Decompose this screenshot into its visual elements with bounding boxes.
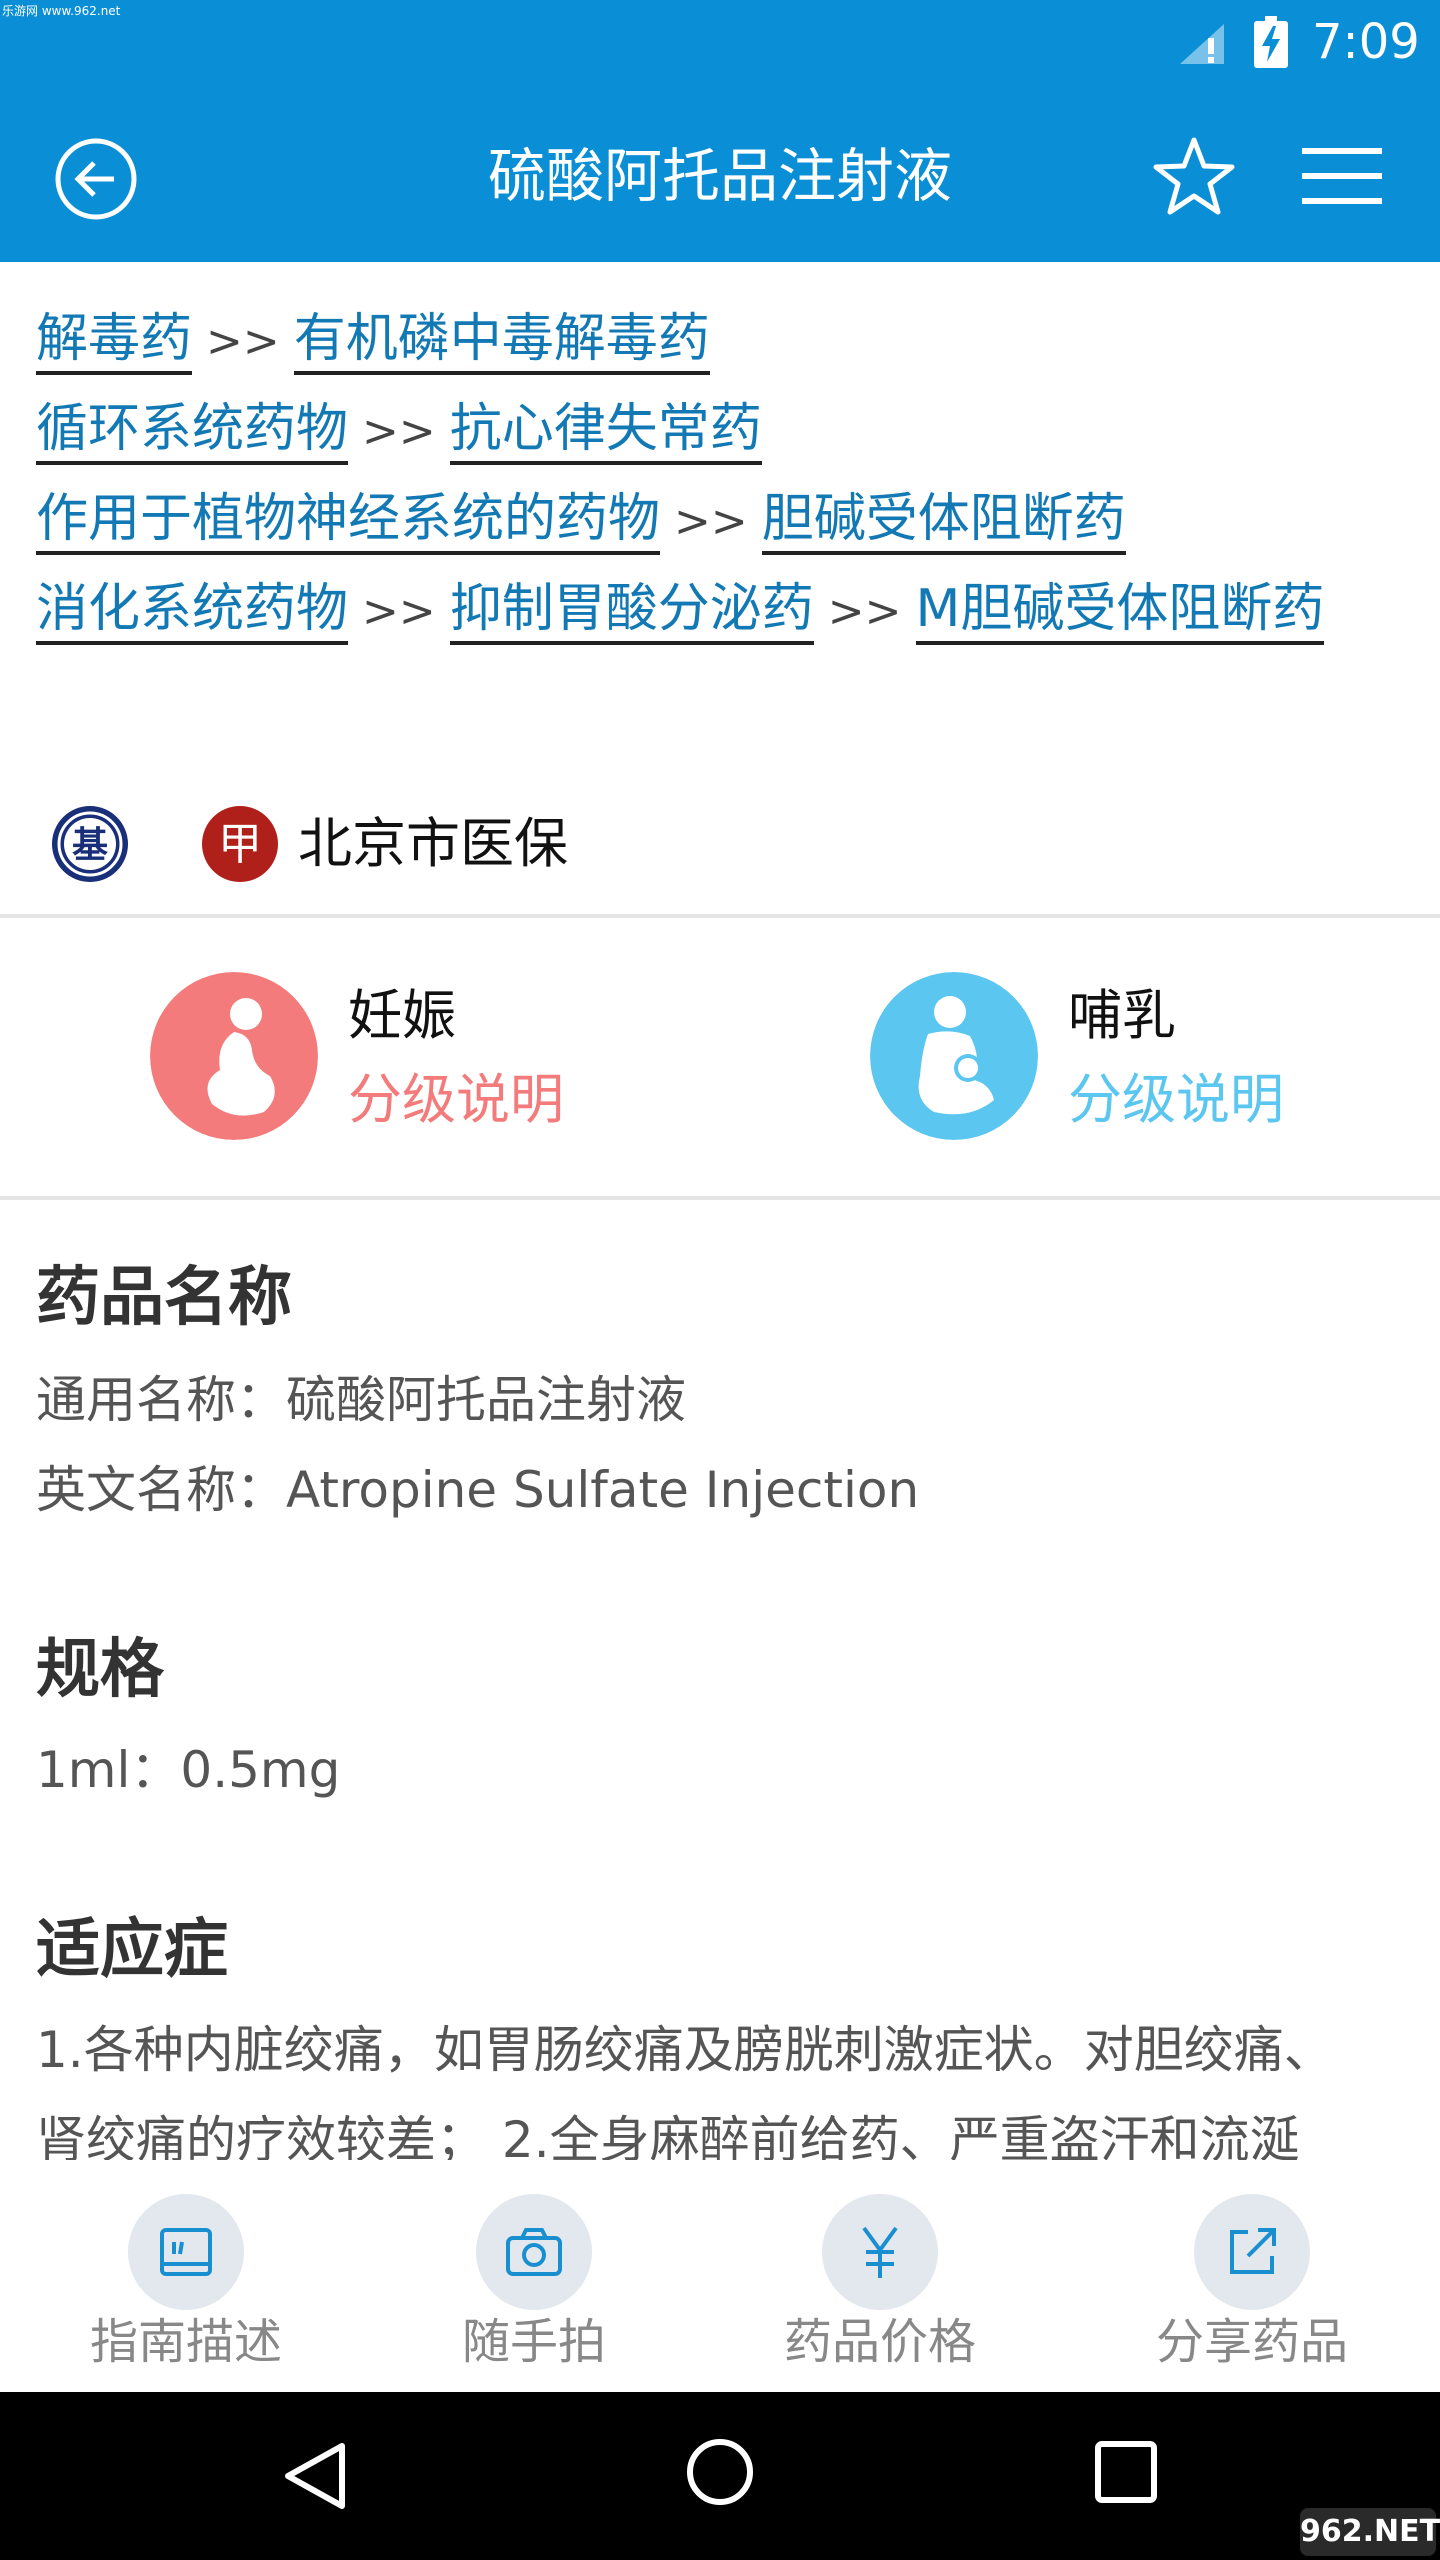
breadcrumb-link[interactable]: 循环系统药物	[36, 399, 349, 465]
insurance-label: 北京市医保	[298, 812, 568, 875]
breadcrumb-link[interactable]: 有机磷中毒解毒药	[293, 309, 710, 375]
breadcrumb-separator: >>	[362, 586, 436, 637]
class-a-badge-icon: 甲	[202, 806, 278, 882]
lactation-icon	[870, 972, 1038, 1140]
breadcrumb-link[interactable]: 消化系统药物	[36, 579, 349, 645]
camera-icon	[506, 2228, 562, 2276]
section-title-indications: 适应症	[36, 1913, 228, 1987]
breadcrumb-row: 循环系统药物 >> 抗心律失常药	[36, 390, 1416, 480]
share-icon	[1230, 2228, 1276, 2274]
breadcrumb-row: 消化系统药物 >> 抑制胃酸分泌药 >> M胆碱受体阻断药	[36, 570, 1416, 660]
share-icon-circle	[1194, 2194, 1310, 2310]
pregnancy-title: 妊娠	[348, 984, 456, 1047]
guide-icon-circle	[128, 2194, 244, 2310]
breadcrumb-row: 作用于植物神经系统的药物 >> 胆碱受体阻断药	[36, 480, 1416, 570]
spec-value: 1ml：0.5mg	[36, 1741, 341, 1799]
pregnancy-grade[interactable]: 妊娠 分级说明	[150, 972, 750, 1142]
nav-back-icon[interactable]	[280, 2440, 352, 2512]
menu-icon[interactable]	[1298, 144, 1386, 208]
back-icon[interactable]	[54, 137, 138, 221]
breadcrumb-link[interactable]: 抗心律失常药	[449, 399, 762, 465]
insurance-info: 基 甲 北京市医保	[50, 800, 1410, 890]
system-navigation-bar	[0, 2392, 1440, 2560]
section-title-drug-name: 药品名称	[36, 1261, 292, 1335]
breadcrumb-link[interactable]: 作用于植物神经系统的药物	[36, 489, 661, 555]
share-drug-button[interactable]: 分享药品	[1122, 2194, 1382, 2384]
pregnancy-grade-link[interactable]: 分级说明	[348, 1068, 564, 1132]
nav-home-icon[interactable]	[684, 2436, 756, 2508]
yuan-icon	[862, 2226, 898, 2278]
breadcrumb-separator: >>	[206, 316, 280, 367]
status-time: 7:09	[1312, 14, 1420, 70]
snap-photo-button[interactable]: 随手拍	[404, 2194, 664, 2384]
divider	[0, 1196, 1440, 1200]
breadcrumb-link[interactable]: 抑制胃酸分泌药	[449, 579, 814, 645]
guide-icon	[160, 2228, 212, 2276]
drug-price-label: 药品价格	[783, 2314, 976, 2370]
indications-text-line: 1.各种内脏绞痛，如胃肠绞痛及膀胱刺激症状。对胆绞痛、	[36, 2021, 1334, 2079]
breadcrumb-separator: >>	[362, 406, 436, 457]
breadcrumb-separator: >>	[827, 586, 902, 637]
category-breadcrumbs: 解毒药 >> 有机磷中毒解毒药 循环系统药物 >> 抗心律失常药 作用于植物神经系统的药…	[36, 300, 1416, 660]
english-name: 英文名称：Atropine Sulfate Injection	[36, 1461, 920, 1519]
snap-photo-label: 随手拍	[461, 2314, 606, 2370]
pregnancy-icon	[150, 972, 318, 1140]
breadcrumb-link[interactable]: 解毒药	[36, 309, 193, 375]
watermark-text: 乐游网 www.962.net	[2, 2, 121, 19]
guide-description-label: 指南描述	[89, 2314, 282, 2370]
battery-charging-icon	[1254, 16, 1288, 68]
status-bar: 乐游网 www.962.net 7:09	[0, 0, 1440, 84]
generic-name: 通用名称：硫酸阿托品注射液	[36, 1371, 686, 1429]
signal-icon	[1180, 24, 1224, 64]
guide-description-button[interactable]: 指南描述	[56, 2194, 316, 2384]
breadcrumb-row: 解毒药 >> 有机磷中毒解毒药	[36, 300, 1416, 390]
badge-jia-text: 甲	[218, 819, 262, 870]
breadcrumb-link[interactable]: 胆碱受体阻断药	[761, 489, 1126, 555]
drug-price-button[interactable]: 药品价格	[750, 2194, 1010, 2384]
lactation-grade[interactable]: 哺乳 分级说明	[870, 972, 1440, 1142]
share-drug-label: 分享药品	[1155, 2314, 1348, 2370]
breadcrumb-separator: >>	[674, 496, 748, 547]
bottom-action-bar: 指南描述 随手拍 药品价格 分享药品	[0, 2160, 1440, 2392]
star-icon[interactable]	[1152, 134, 1236, 218]
badge-ji-text: 基	[72, 825, 108, 866]
lactation-title: 哺乳	[1068, 984, 1176, 1047]
camera-icon-circle	[476, 2194, 592, 2310]
yuan-icon-circle	[822, 2194, 938, 2310]
breadcrumb-link[interactable]: M胆碱受体阻断药	[915, 579, 1325, 645]
divider	[0, 914, 1440, 918]
lactation-grade-link[interactable]: 分级说明	[1068, 1068, 1284, 1132]
watermark-logo: 962.NET	[1300, 2508, 1440, 2556]
page-title: 硫酸阿托品注射液	[487, 142, 952, 210]
app-bar: 硫酸阿托品注射液	[0, 84, 1440, 262]
essential-drug-badge-icon: 基	[52, 806, 128, 882]
nav-recent-apps-icon[interactable]	[1094, 2440, 1158, 2504]
section-title-spec: 规格	[36, 1633, 164, 1707]
